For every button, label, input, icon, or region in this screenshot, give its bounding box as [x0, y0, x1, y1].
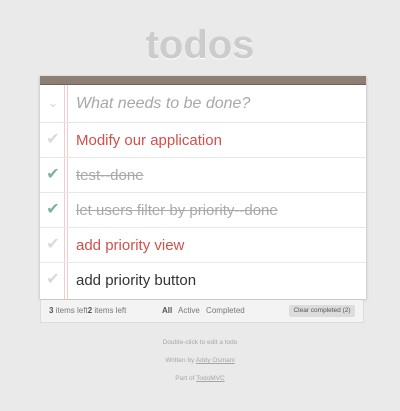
todo-footer: 3 items left2 items left All Active Comp… — [40, 300, 364, 323]
filter-all[interactable]: All — [162, 306, 172, 315]
check-icon[interactable]: ✔ — [45, 200, 61, 220]
todo-list: ✔ Modify our application ✔ test--done ✔ … — [40, 123, 366, 297]
todo-item[interactable]: ✔ Modify our application — [40, 123, 366, 158]
todo-item[interactable]: ✔ test--done — [40, 158, 366, 193]
todo-label[interactable]: Modify our application — [76, 131, 356, 151]
todo-label[interactable]: add priority view — [76, 236, 356, 256]
author-link[interactable]: Addy Osmani — [196, 357, 235, 364]
check-icon[interactable]: ✔ — [45, 165, 61, 185]
app-title: todos — [145, 23, 255, 67]
new-todo-input[interactable] — [76, 91, 356, 117]
check-icon[interactable]: ✔ — [45, 270, 61, 290]
info-project: Part of TodoMVC — [0, 375, 400, 382]
todo-label[interactable]: test--done — [76, 166, 356, 186]
todo-label[interactable]: let users filter by priority--done — [76, 201, 356, 221]
new-todo-row: ⌄ — [40, 85, 366, 123]
count-text: items left — [92, 306, 127, 315]
clear-completed-button[interactable]: Clear completed (2) — [289, 305, 355, 317]
todo-item[interactable]: ✔ add priority button — [40, 263, 366, 297]
todo-count: 3 items left2 items left — [49, 306, 126, 315]
info-edit-hint: Double-click to edit a todo — [162, 339, 238, 346]
card-header-bar — [40, 76, 366, 85]
todo-item[interactable]: ✔ let users filter by priority--done — [40, 193, 366, 228]
check-icon[interactable]: ✔ — [45, 130, 61, 150]
info-author-prefix: Written by — [165, 357, 196, 364]
check-icon[interactable]: ✔ — [45, 235, 61, 255]
info-author: Written by Addy Osmani — [0, 357, 400, 364]
count-text: items left — [53, 306, 88, 315]
todo-item[interactable]: ✔ add priority view — [40, 228, 366, 263]
todomvc-link[interactable]: TodoMVC — [196, 375, 225, 382]
todo-label[interactable]: add priority button — [76, 271, 356, 291]
chevron-double-down-icon[interactable]: ⌄ — [46, 94, 60, 112]
filter-active[interactable]: Active — [178, 306, 200, 315]
filters: All Active Completed — [162, 306, 249, 315]
info-project-prefix: Part of — [175, 375, 197, 382]
filter-completed[interactable]: Completed — [206, 306, 245, 315]
todo-card: ⌄ ✔ Modify our application ✔ test--done … — [40, 76, 366, 299]
